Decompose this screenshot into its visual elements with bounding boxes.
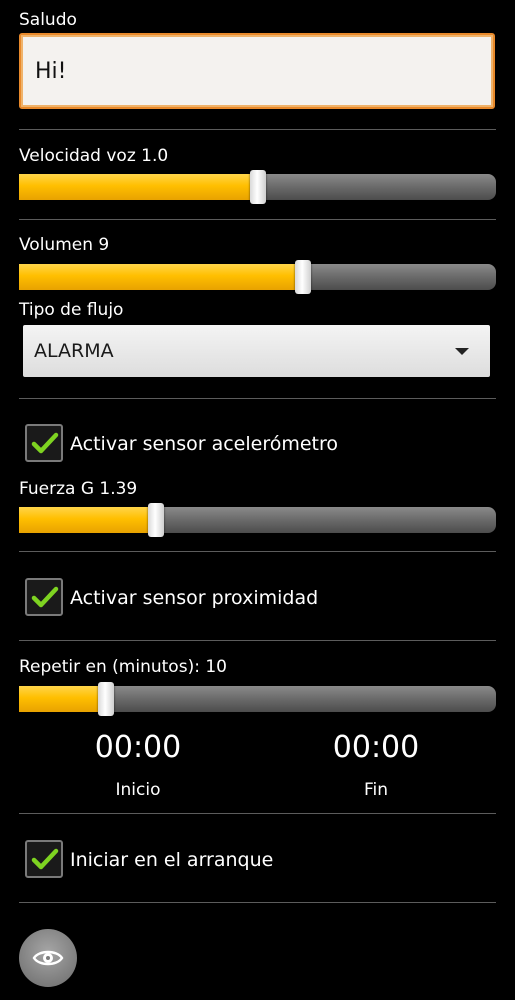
g-force-label: Fuerza G 1.39: [19, 479, 138, 499]
divider: [19, 813, 496, 814]
start-time-label: Inicio: [115, 780, 161, 800]
stream-type-label: Tipo de flujo: [19, 300, 124, 320]
volume-label: Volumen 9: [19, 235, 110, 255]
voice-speed-slider[interactable]: [19, 170, 496, 204]
divider: [19, 398, 496, 399]
volume-slider[interactable]: [19, 260, 496, 294]
end-time-button[interactable]: 00:00: [306, 730, 446, 765]
slider-thumb[interactable]: [98, 682, 114, 716]
proximity-label[interactable]: Activar sensor proximidad: [70, 587, 318, 609]
g-force-slider[interactable]: [19, 503, 496, 537]
preview-fab-button[interactable]: [19, 929, 77, 987]
slider-thumb[interactable]: [148, 503, 164, 537]
checkmark-icon: [31, 586, 59, 608]
end-time-label: Fin: [363, 780, 389, 800]
stream-type-select[interactable]: ALARMA: [23, 325, 490, 377]
slider-fill: [19, 174, 258, 200]
divider: [19, 219, 496, 220]
divider: [19, 902, 496, 903]
start-time-button[interactable]: 00:00: [68, 730, 208, 765]
slider-track[interactable]: [19, 507, 496, 533]
slider-thumb[interactable]: [250, 170, 266, 204]
dropdown-caret-icon: [455, 348, 469, 355]
boot-checkbox[interactable]: [25, 840, 63, 878]
slider-track[interactable]: [19, 686, 496, 712]
slider-track[interactable]: [19, 264, 496, 290]
voice-speed-label: Velocidad voz 1.0: [19, 146, 169, 166]
stream-type-value: ALARMA: [34, 340, 114, 362]
greeting-input[interactable]: [21, 35, 493, 107]
boot-label[interactable]: Iniciar en el arranque: [70, 849, 273, 871]
divider: [19, 551, 496, 552]
slider-fill: [19, 264, 303, 290]
greeting-field[interactable]: [19, 33, 495, 109]
divider: [19, 129, 496, 130]
greeting-label: Saludo: [19, 10, 77, 30]
divider: [19, 640, 496, 641]
checkmark-icon: [31, 848, 59, 870]
repeat-slider[interactable]: [19, 682, 496, 716]
slider-fill: [19, 507, 156, 533]
checkmark-icon: [31, 432, 59, 454]
accelerometer-label[interactable]: Activar sensor acelerómetro: [70, 433, 338, 455]
proximity-checkbox[interactable]: [25, 578, 63, 616]
repeat-label: Repetir en (minutos): 10: [19, 657, 227, 677]
slider-fill: [19, 686, 106, 712]
accelerometer-checkbox[interactable]: [25, 424, 63, 462]
slider-thumb[interactable]: [295, 260, 311, 294]
eye-icon: [32, 950, 64, 966]
